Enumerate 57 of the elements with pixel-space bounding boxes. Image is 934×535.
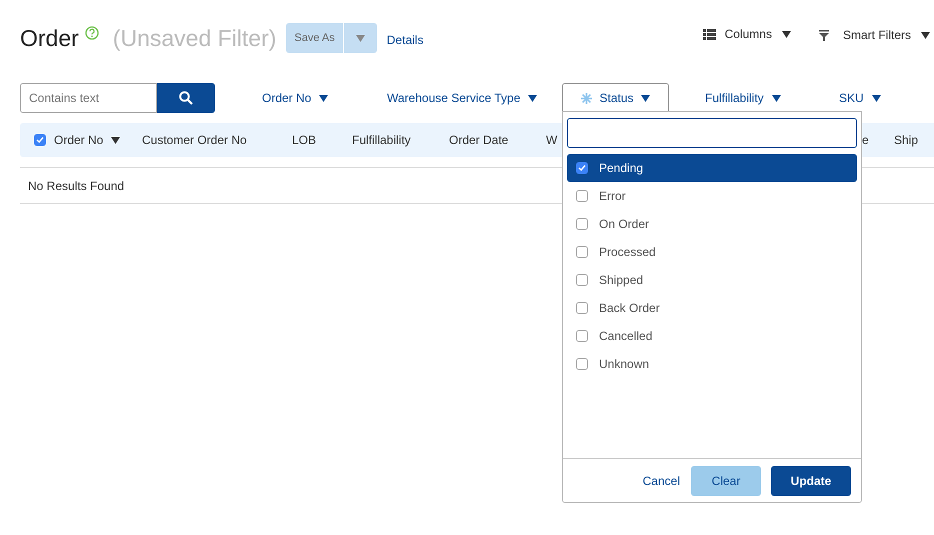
checkbox[interactable] <box>576 246 588 258</box>
checkbox[interactable] <box>34 134 46 146</box>
filter-dropdown[interactable]: Status <box>562 83 669 113</box>
funnel-icon <box>818 30 829 40</box>
asterisk-icon <box>581 92 592 104</box>
cancel-button[interactable]: Cancel <box>642 472 681 490</box>
checkbox[interactable] <box>576 190 588 202</box>
checkbox[interactable] <box>576 302 588 314</box>
checkbox[interactable] <box>576 358 588 370</box>
search-button[interactable] <box>157 83 215 113</box>
status-option[interactable]: Pending <box>567 154 857 182</box>
column-header[interactable]: Order Date <box>449 131 546 149</box>
filter-name: (Unsaved Filter) <box>112 24 276 53</box>
list-icon <box>702 28 716 40</box>
caret-icon <box>111 136 120 144</box>
caret-icon <box>772 94 781 102</box>
status-option[interactable]: Unknown <box>567 350 857 378</box>
checkbox[interactable] <box>576 330 588 342</box>
smart-filters-menu[interactable]: Smart Filters <box>842 26 930 44</box>
status-option[interactable]: On Order <box>567 210 857 238</box>
status-option[interactable]: Shipped <box>567 266 857 294</box>
filter-dropdown[interactable]: Warehouse Service Type <box>387 89 538 107</box>
status-option[interactable]: Error <box>567 182 857 210</box>
caret-icon <box>872 94 881 102</box>
save-as-button[interactable]: Save As <box>286 23 344 53</box>
column-header[interactable]: LOB <box>292 131 352 149</box>
page-title: Order <box>20 24 79 53</box>
status-option[interactable]: Processed <box>567 238 857 266</box>
caret-icon <box>921 32 930 38</box>
checkbox[interactable] <box>576 162 588 174</box>
clear-button[interactable]: Clear <box>691 466 761 496</box>
empty-message: No Results Found <box>28 178 124 194</box>
status-option[interactable]: Cancelled <box>567 322 857 350</box>
column-header[interactable]: Order No <box>54 131 142 149</box>
column-header[interactable]: Fulfillability <box>352 131 449 149</box>
help-icon[interactable] <box>84 26 99 40</box>
details-link[interactable]: Details <box>386 31 424 49</box>
dropdown-search-field[interactable] <box>567 118 857 148</box>
caret-icon <box>640 94 650 102</box>
checkbox[interactable] <box>576 274 588 286</box>
column-header[interactable]: Ship <box>894 131 934 149</box>
filter-dropdown[interactable]: Order No <box>262 89 328 107</box>
caret-icon <box>356 34 365 42</box>
search-field[interactable]: Contains text <box>20 83 157 113</box>
filter-dropdown[interactable]: Fulfillability <box>705 89 781 107</box>
column-header[interactable]: Customer Order No <box>142 131 292 149</box>
caret-icon <box>782 30 791 38</box>
checkbox[interactable] <box>576 218 588 230</box>
column-header[interactable]: e <box>862 131 894 149</box>
caret-icon <box>528 94 538 102</box>
search-icon <box>179 91 193 105</box>
caret-icon <box>319 94 328 102</box>
filter-dropdown[interactable]: SKU <box>839 89 881 107</box>
save-options-button[interactable] <box>344 23 377 53</box>
status-option[interactable]: Back Order <box>567 294 857 322</box>
update-button[interactable]: Update <box>771 466 851 496</box>
columns-menu[interactable]: Columns <box>724 25 791 43</box>
